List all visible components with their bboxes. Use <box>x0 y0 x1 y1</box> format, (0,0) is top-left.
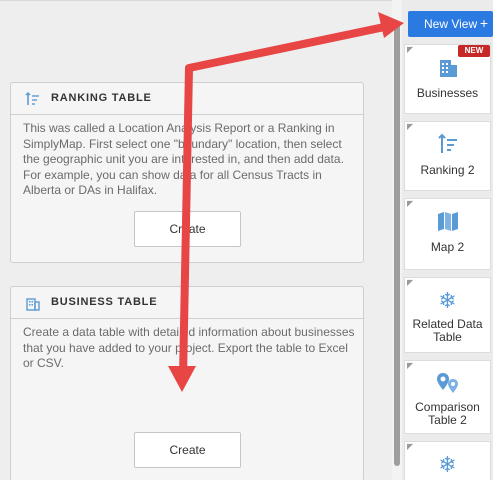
tile-label: Related Data Table <box>412 317 483 344</box>
view-tile-ranking-2[interactable]: ◤ Ranking 2 <box>404 121 491 191</box>
corner-fold-icon: ◤ <box>407 45 414 54</box>
scrollbar-thumb[interactable] <box>394 22 400 466</box>
new-view-label: New View <box>424 17 478 31</box>
tile-label: Comparison Table 2 <box>415 400 480 427</box>
plus-icon: + <box>479 15 488 31</box>
new-badge: NEW <box>458 45 490 57</box>
corner-fold-icon: ◤ <box>407 278 414 287</box>
snowflake-icon: ❄ <box>438 288 457 313</box>
new-view-button[interactable]: New View + <box>408 11 493 37</box>
business-table-card: BUSINESS TABLE Create a data table with … <box>10 286 364 480</box>
corner-fold-icon: ◤ <box>407 361 414 370</box>
tile-label: Ranking 2 <box>420 163 475 177</box>
building-icon <box>405 55 490 81</box>
map-icon <box>405 209 490 235</box>
card-header: RANKING TABLE <box>11 83 363 115</box>
ranking-table-card: RANKING TABLE This was called a Location… <box>10 82 364 263</box>
ranking-icon <box>405 132 490 158</box>
create-business-table-button[interactable]: Create <box>134 432 241 468</box>
ranking-icon <box>25 91 41 107</box>
view-tile-partial[interactable]: ◤ ❄ <box>404 441 491 480</box>
card-header: BUSINESS TABLE <box>11 287 363 319</box>
corner-fold-icon: ◤ <box>407 199 414 208</box>
main-panel: RANKING TABLE This was called a Location… <box>0 0 392 480</box>
tile-label: Businesses <box>416 86 479 100</box>
view-tile-map-2[interactable]: ◤ Map 2 <box>404 198 491 270</box>
app-window: RANKING TABLE This was called a Location… <box>0 0 493 480</box>
tile-label: Map 2 <box>430 240 465 254</box>
view-tile-related-data-table[interactable]: ◤ ❄ Related Data Table <box>404 277 491 353</box>
corner-fold-icon: ◤ <box>407 442 414 451</box>
card-title: RANKING TABLE <box>51 92 152 104</box>
corner-fold-icon: ◤ <box>407 122 414 131</box>
card-description: This was called a Location Analysis Repo… <box>23 121 344 197</box>
location-pins-icon <box>405 371 490 397</box>
card-title: BUSINESS TABLE <box>51 296 158 308</box>
building-icon <box>25 295 41 311</box>
snowflake-icon: ❄ <box>438 452 457 477</box>
create-ranking-button[interactable]: Create <box>134 211 241 247</box>
card-description: Create a data table with detailed inform… <box>23 325 355 370</box>
view-tile-comparison-table-2[interactable]: ◤ Comparison Table 2 <box>404 360 491 434</box>
